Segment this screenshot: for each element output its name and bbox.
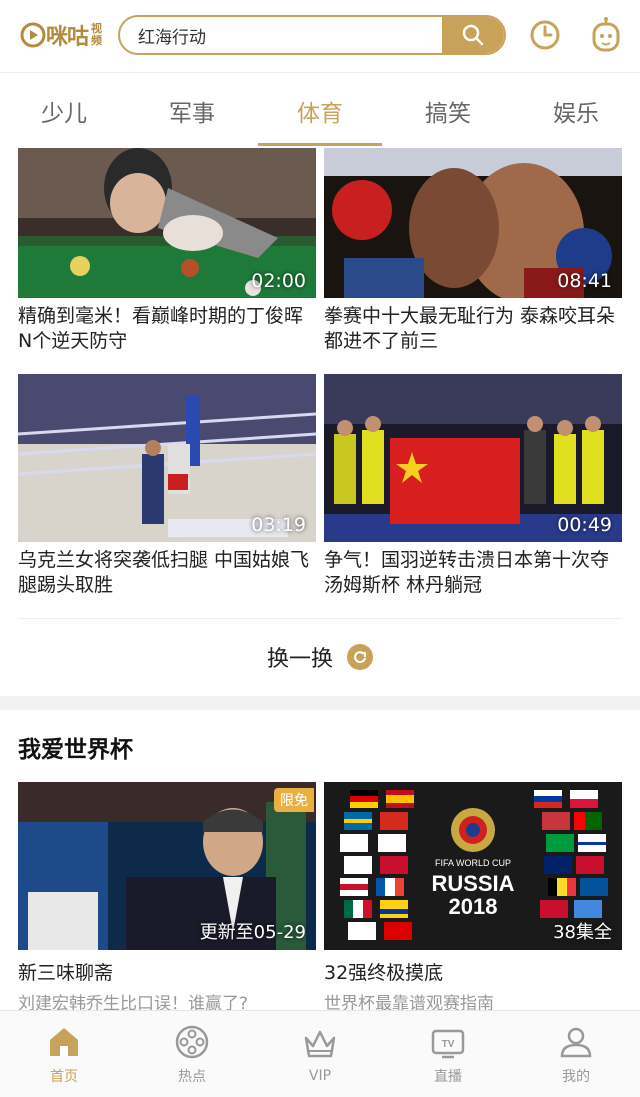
video-thumbnail[interactable]: 03:19 [18,374,316,542]
tab-funny[interactable]: 搞笑 [384,73,512,148]
video-card[interactable]: 00:49 争气！国羽逆转击溃日本第十次夺汤姆斯杯 林丹躺冠 [324,374,622,598]
history-clock-icon[interactable] [528,18,562,52]
nav-hot[interactable]: 热点 [128,1011,256,1097]
show-title[interactable]: 新三味聊斋 [18,958,316,985]
svg-text:TV: TV [442,1039,455,1050]
user-icon [560,1027,592,1058]
poster-line-1: FIFA WORLD CUP [435,858,511,868]
nav-label: VIP [308,1068,332,1084]
update-status: 更新至05-29 [199,922,306,943]
video-thumbnail[interactable]: 00:49 [324,374,622,542]
logo-text: 咪咕 [46,25,89,50]
play-logo-icon [20,22,46,48]
video-caption[interactable]: 精确到毫米！看巅峰时期的丁俊晖N个逆天防守 [18,304,316,354]
refresh-button[interactable]: 换一换 [0,618,640,696]
poster-line-3: 2018 [449,894,498,919]
tab-sports[interactable]: 体育 [256,73,384,148]
film-reel-icon [175,1025,209,1059]
show-card[interactable]: 限免 更新至05-29 新三味聊斋 刘建宏韩乔生比口误！谁赢了? [18,782,316,1014]
video-thumbnail[interactable]: 08:41 [324,148,622,298]
show-thumbnail[interactable]: FIFA WORLD CUP RUSSIA 2018 38集全 [324,782,622,950]
nav-label: 直播 [434,1069,462,1085]
search-icon [462,24,484,46]
video-card[interactable]: 03:19 乌克兰女将突袭低扫腿 中国姑娘飞腿踢头取胜 [18,374,316,598]
nav-live[interactable]: TV 直播 [384,1011,512,1097]
video-caption[interactable]: 争气！国羽逆转击溃日本第十次夺汤姆斯杯 林丹躺冠 [324,548,622,598]
robot-assistant-icon[interactable] [590,16,622,54]
video-duration: 00:49 [557,514,612,536]
video-caption[interactable]: 拳赛中十大最无耻行为 泰森咬耳朵都进不了前三 [324,304,622,354]
section-title: 我爱世界杯 [18,737,133,763]
video-card[interactable]: 02:00 精确到毫米！看巅峰时期的丁俊晖N个逆天防守 [18,148,316,354]
video-duration: 03:19 [251,514,306,536]
tab-military[interactable]: 军事 [128,73,256,148]
crown-icon [304,1030,336,1058]
free-badge: 限免 [274,788,314,812]
nav-label: 我的 [562,1069,590,1085]
bottom-nav: 首页 热点 VIP TV 直播 我的 [0,1010,640,1097]
home-icon [50,1028,78,1056]
logo-sub-2: 频 [91,34,103,47]
video-card[interactable]: 08:41 拳赛中十大最无耻行为 泰森咬耳朵都进不了前三 [324,148,622,354]
nav-home[interactable]: 首页 [0,1011,128,1097]
nav-label: 首页 [50,1069,78,1085]
refresh-label: 换一换 [266,647,333,672]
top-bar: 咪咕 视 频 红海行动 [0,0,640,72]
search-button[interactable] [442,17,504,53]
video-thumbnail[interactable]: 02:00 [18,148,316,298]
tv-icon: TV [431,1029,465,1059]
video-duration: 08:41 [557,270,612,292]
category-tabs: 少儿 军事 体育 搞笑 娱乐 [0,72,640,148]
nav-mine[interactable]: 我的 [512,1011,640,1097]
show-thumbnail[interactable]: 限免 更新至05-29 [18,782,316,950]
nav-label: 热点 [178,1069,206,1085]
tab-kids[interactable]: 少儿 [0,73,128,148]
section-separator [0,696,640,710]
search-box[interactable]: 红海行动 [118,15,506,55]
poster-line-2: RUSSIA [431,871,514,896]
show-card[interactable]: FIFA WORLD CUP RUSSIA 2018 38集全 32强终极摸底 … [324,782,622,1014]
video-duration: 02:00 [251,270,306,292]
video-caption[interactable]: 乌克兰女将突袭低扫腿 中国姑娘飞腿踢头取胜 [18,548,316,598]
search-input[interactable]: 红海行动 [120,23,442,48]
show-title[interactable]: 32强终极摸底 [324,958,622,985]
tab-entertainment[interactable]: 娱乐 [512,73,640,148]
refresh-icon [347,644,373,670]
migu-logo[interactable]: 咪咕 视 频 [20,18,102,52]
nav-vip[interactable]: VIP [256,1011,384,1097]
episode-count: 38集全 [553,922,612,943]
